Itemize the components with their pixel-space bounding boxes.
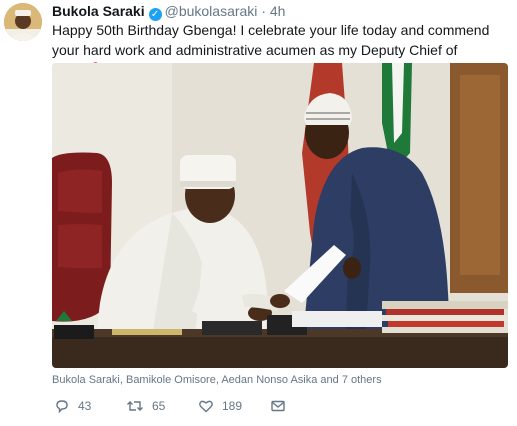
like-button[interactable]: 189 <box>198 397 242 415</box>
envelope-icon <box>271 400 285 412</box>
photo-tagged-people[interactable]: Bukola Saraki, Bamikole Omisore, Aedan N… <box>52 373 382 387</box>
retweet-count: 65 <box>152 399 166 413</box>
retweet-button[interactable]: 65 <box>126 397 165 415</box>
like-count: 189 <box>222 399 243 413</box>
author-avatar[interactable] <box>4 3 42 41</box>
author-handle[interactable]: @bukolasaraki <box>165 3 258 19</box>
heart-icon <box>199 400 213 413</box>
tweet-photo[interactable] <box>52 63 508 368</box>
separator-dot: · <box>261 3 266 19</box>
reply-icon <box>56 400 68 414</box>
tweet-card[interactable]: Bukola Saraki ✓ @bukolasaraki · 4h Happy 5… <box>0 0 517 426</box>
reply-button[interactable]: 43 <box>54 397 91 415</box>
author-name[interactable]: Bukola Saraki <box>52 3 145 19</box>
direct-message-button[interactable] <box>270 397 286 415</box>
retweet-icon <box>127 401 143 411</box>
tweet-actions: 43 65 189 <box>52 397 352 415</box>
reply-count: 43 <box>78 399 92 413</box>
tweet-timestamp[interactable]: 4h <box>270 3 286 19</box>
tweet-header: Bukola Saraki ✓ @bukolasaraki · 4h <box>52 2 286 21</box>
